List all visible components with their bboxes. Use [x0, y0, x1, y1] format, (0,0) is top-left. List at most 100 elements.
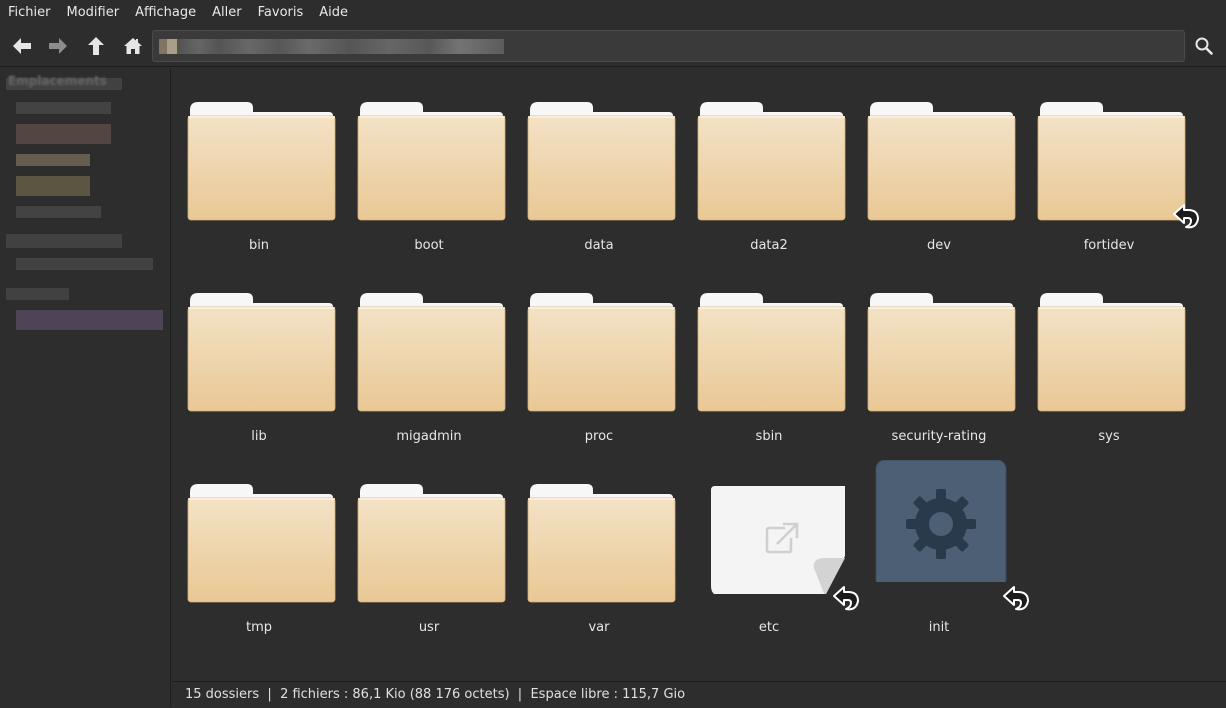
sidebar-item[interactable]: [16, 154, 90, 166]
folder-icon-wrap: [355, 100, 507, 222]
menu-modifier[interactable]: Modifier: [59, 0, 128, 25]
folder-icon: [527, 484, 676, 603]
folder-icon-wrap: [865, 100, 1017, 222]
file-name-label: migadmin: [396, 429, 462, 444]
file-item-boot[interactable]: boot: [344, 68, 514, 253]
folder-icon: [187, 102, 336, 221]
gear-icon: [875, 459, 1007, 589]
sidebar-item[interactable]: [16, 206, 101, 218]
folder-icon-wrap: [865, 291, 1017, 413]
sidebar-blur: [6, 288, 69, 300]
file-name-label: init: [928, 620, 950, 635]
sidebar-blur: [6, 78, 122, 90]
menu-favoris[interactable]: Favoris: [250, 0, 312, 25]
sidebar-item[interactable]: [16, 124, 111, 144]
symlink-badge: [1000, 586, 1032, 618]
sidebar-item[interactable]: [16, 176, 90, 196]
folder-icon: [867, 293, 1016, 412]
file-name-label: security-rating: [891, 429, 987, 444]
menu-aller[interactable]: Aller: [204, 0, 249, 25]
up-button[interactable]: [82, 33, 110, 59]
file-item-tmp[interactable]: tmp: [174, 450, 344, 635]
folder-icon-wrap: [525, 482, 677, 604]
file-item-proc[interactable]: proc: [514, 259, 684, 444]
file-item-data[interactable]: data: [514, 68, 684, 253]
sidebar: Emplacements: [0, 68, 171, 707]
file-grid: bin boot data data2 dev fortidev lib mig…: [172, 68, 1226, 681]
file-item-fortidev[interactable]: fortidev: [1024, 68, 1199, 253]
back-button[interactable]: [8, 33, 36, 59]
file-item-init[interactable]: init: [854, 450, 1029, 635]
home-button[interactable]: [119, 33, 147, 59]
menu-affichage[interactable]: Affichage: [127, 0, 204, 25]
menu-fichier[interactable]: Fichier: [0, 0, 59, 25]
location-bar[interactable]: [152, 30, 1185, 62]
folder-icon-wrap: [1035, 100, 1187, 222]
toolbar: [0, 25, 1226, 67]
file-item-etc[interactable]: etc: [684, 450, 859, 635]
forward-button[interactable]: [44, 33, 72, 59]
file-item-data2[interactable]: data2: [684, 68, 854, 253]
arrow-up-icon: [88, 37, 104, 55]
folder-icon: [187, 293, 336, 412]
file-item-lib[interactable]: lib: [174, 259, 344, 444]
symlink-badge: [1170, 204, 1202, 236]
symlink-arrow-icon: [1173, 204, 1199, 229]
file-item-usr[interactable]: usr: [344, 450, 514, 635]
file-name-label: var: [588, 620, 610, 635]
folder-icon: [187, 484, 336, 603]
file-item-var[interactable]: var: [514, 450, 684, 635]
folder-icon: [1037, 102, 1186, 221]
folder-icon: [357, 484, 506, 603]
folder-icon: [867, 102, 1016, 221]
file-name-label: usr: [418, 620, 440, 635]
file-item-bin[interactable]: bin: [174, 68, 344, 253]
arrow-left-icon: [13, 38, 31, 54]
file-item-sbin[interactable]: sbin: [684, 259, 854, 444]
search-icon: [1195, 37, 1213, 55]
file-name-label: boot: [414, 238, 444, 253]
location-path: [159, 39, 504, 54]
link-file-icon-wrap: [695, 472, 847, 596]
file-item-migadmin[interactable]: migadmin: [344, 259, 514, 444]
folder-icon: [527, 102, 676, 221]
link-file-icon: [711, 486, 845, 596]
folder-icon: [1037, 293, 1186, 412]
sidebar-item[interactable]: [16, 258, 153, 270]
file-name-label: data: [584, 238, 614, 253]
file-name-label: dev: [927, 238, 951, 253]
sidebar-item[interactable]: [16, 102, 111, 114]
status-bar: 15 dossiers | 2 fichiers : 86,1 Kio (88 …: [172, 681, 1226, 707]
folder-icon-wrap: [185, 291, 337, 413]
folder-icon-wrap: [695, 291, 847, 413]
folder-icon-wrap: [525, 291, 677, 413]
sidebar-item[interactable]: [16, 310, 163, 330]
folder-icon-wrap: [185, 100, 337, 222]
folder-icon: [697, 293, 846, 412]
folder-icon-wrap: [185, 482, 337, 604]
folder-icon: [697, 102, 846, 221]
file-name-label: bin: [248, 238, 270, 253]
folder-icon: [357, 293, 506, 412]
arrow-right-icon: [49, 38, 67, 54]
folder-icon-wrap: [525, 100, 677, 222]
file-name-label: fortidev: [1083, 238, 1135, 253]
search-button[interactable]: [1190, 33, 1218, 59]
file-name-label: sys: [1098, 429, 1120, 444]
file-name-label: tmp: [245, 620, 272, 635]
menubar: Fichier Modifier Affichage Aller Favoris…: [0, 0, 1226, 25]
menu-aide[interactable]: Aide: [311, 0, 356, 25]
folder-icon: [527, 293, 676, 412]
file-item-security-rating[interactable]: security-rating: [854, 259, 1024, 444]
file-name-label: etc: [758, 620, 780, 635]
file-item-dev[interactable]: dev: [854, 68, 1024, 253]
file-name-label: proc: [584, 429, 614, 444]
home-icon: [124, 38, 142, 54]
sidebar-blur: [6, 234, 122, 248]
folder-icon-wrap: [355, 291, 507, 413]
folder-icon-wrap: [695, 100, 847, 222]
symlink-arrow-icon: [1003, 586, 1029, 611]
executable-icon-wrap: [865, 459, 1017, 589]
folder-icon-wrap: [1035, 291, 1187, 413]
file-item-sys[interactable]: sys: [1024, 259, 1194, 444]
